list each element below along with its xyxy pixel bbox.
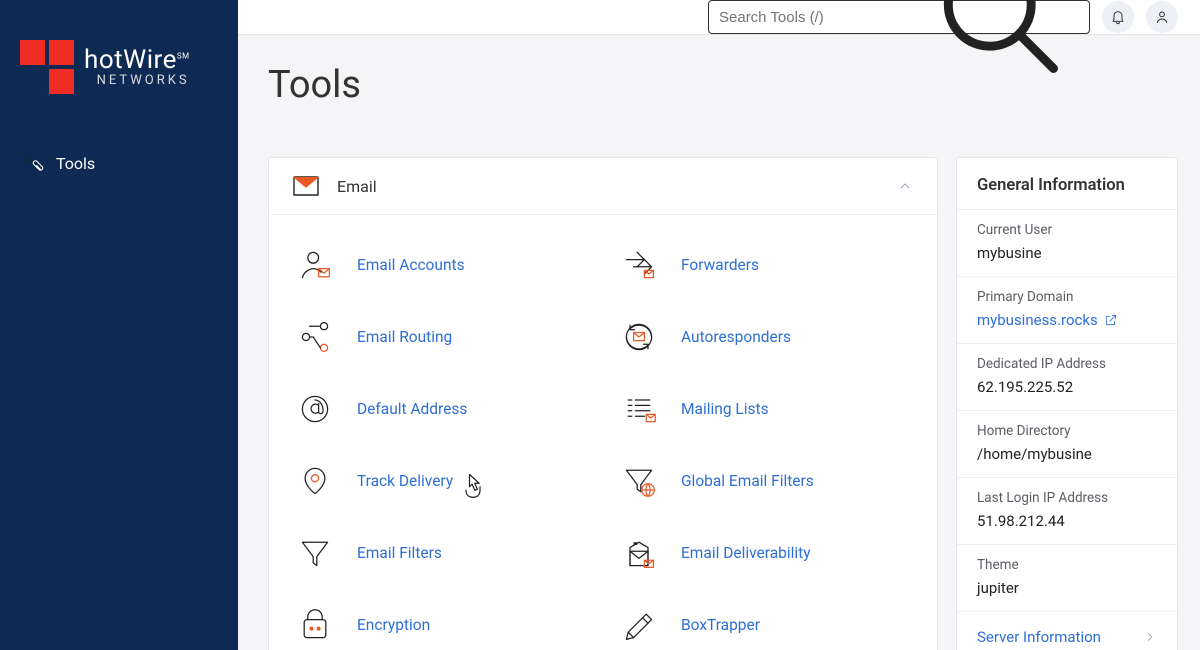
user-icon [1154, 9, 1170, 25]
info-primary-domain: Primary Domain mybusiness.rocks [957, 276, 1177, 343]
server-information-link[interactable]: Server Information [957, 611, 1177, 650]
general-information-panel: General Information Current User mybusin… [956, 157, 1178, 650]
info-label: Primary Domain [977, 289, 1157, 305]
tools-icon [26, 155, 44, 173]
tool-mailing-lists[interactable]: Mailing Lists [603, 373, 927, 445]
pointer-cursor-icon [459, 471, 487, 503]
tool-autoresponders[interactable]: Autoresponders [603, 301, 927, 373]
info-value: jupiter [977, 579, 1157, 597]
email-section-title: Email [337, 177, 897, 196]
brand-sm: SM [177, 51, 190, 60]
info-value: 51.98.212.44 [977, 512, 1157, 530]
email-routing-icon [297, 319, 333, 355]
info-label: Current User [977, 222, 1157, 238]
track-delivery-icon [297, 463, 333, 499]
info-heading: General Information [957, 158, 1177, 209]
tool-label: Forwarders [681, 256, 759, 274]
forwarders-icon [621, 247, 657, 283]
tool-label: Track Delivery [357, 472, 453, 490]
global-email-filters-icon [621, 463, 657, 499]
external-link-icon [1104, 313, 1118, 327]
sidebar-item-label: Tools [56, 154, 95, 173]
email-deliverability-icon [621, 535, 657, 571]
tool-label: Default Address [357, 400, 467, 418]
mailing-lists-icon [621, 391, 657, 427]
encryption-icon [297, 607, 333, 643]
tool-email-routing[interactable]: Email Routing [279, 301, 603, 373]
email-section-header[interactable]: Email [269, 158, 937, 215]
tool-default-address[interactable]: Default Address [279, 373, 603, 445]
page-title: Tools [268, 63, 1178, 107]
server-info-label: Server Information [977, 628, 1101, 646]
autoresponders-icon [621, 319, 657, 355]
info-label: Dedicated IP Address [977, 356, 1157, 372]
info-label: Home Directory [977, 423, 1157, 439]
email-filters-icon [297, 535, 333, 571]
info-label: Last Login IP Address [977, 490, 1157, 506]
info-value: mybusiness.rocks [977, 311, 1098, 329]
tool-label: Global Email Filters [681, 472, 814, 490]
info-home-directory: Home Directory /home/mybusine [957, 410, 1177, 477]
boxtrapper-icon [621, 607, 657, 643]
tool-label: Email Accounts [357, 256, 465, 274]
tool-boxtrapper[interactable]: BoxTrapper [603, 589, 927, 650]
brand-name: hotWire [84, 45, 177, 75]
info-value: 62.195.225.52 [977, 378, 1157, 396]
tool-label: BoxTrapper [681, 616, 760, 634]
tool-encryption[interactable]: Encryption [279, 589, 603, 650]
info-last-login-ip: Last Login IP Address 51.98.212.44 [957, 477, 1177, 544]
tool-email-deliverability[interactable]: Email Deliverability [603, 517, 927, 589]
tool-track-delivery[interactable]: Track Delivery [279, 445, 603, 517]
chevron-right-icon [1143, 630, 1157, 644]
tool-label: Autoresponders [681, 328, 791, 346]
info-current-user: Current User mybusine [957, 209, 1177, 276]
tool-forwarders[interactable]: Forwarders [603, 229, 927, 301]
tool-label: Email Filters [357, 544, 442, 562]
tool-label: Encryption [357, 616, 430, 634]
email-accounts-icon [297, 247, 333, 283]
sidebar-item-tools[interactable]: Tools [20, 144, 218, 183]
tool-global-email-filters[interactable]: Global Email Filters [603, 445, 927, 517]
account-button[interactable] [1146, 1, 1178, 33]
logo-mark-icon [20, 40, 74, 94]
envelope-icon [293, 176, 319, 196]
chevron-up-icon [897, 178, 913, 194]
notifications-button[interactable] [1102, 1, 1134, 33]
email-section: Email Email Accounts Email Routing [268, 157, 938, 650]
tool-label: Mailing Lists [681, 400, 769, 418]
info-theme: Theme jupiter [957, 544, 1177, 611]
info-value: mybusine [977, 244, 1157, 262]
tool-label: Email Routing [357, 328, 452, 346]
info-dedicated-ip: Dedicated IP Address 62.195.225.52 [957, 343, 1177, 410]
info-label: Theme [977, 557, 1157, 573]
tool-email-filters[interactable]: Email Filters [279, 517, 603, 589]
primary-domain-link[interactable]: mybusiness.rocks [977, 311, 1157, 329]
tool-label: Email Deliverability [681, 544, 811, 562]
search-input[interactable] [719, 9, 918, 26]
default-address-icon [297, 391, 333, 427]
info-value: /home/mybusine [977, 445, 1157, 463]
tool-email-accounts[interactable]: Email Accounts [279, 229, 603, 301]
brand-sub: NETWORKS [84, 74, 190, 88]
brand-logo: hotWireSM NETWORKS [20, 40, 218, 94]
bell-icon [1110, 9, 1126, 25]
search-input-wrapper[interactable] [708, 0, 1090, 34]
